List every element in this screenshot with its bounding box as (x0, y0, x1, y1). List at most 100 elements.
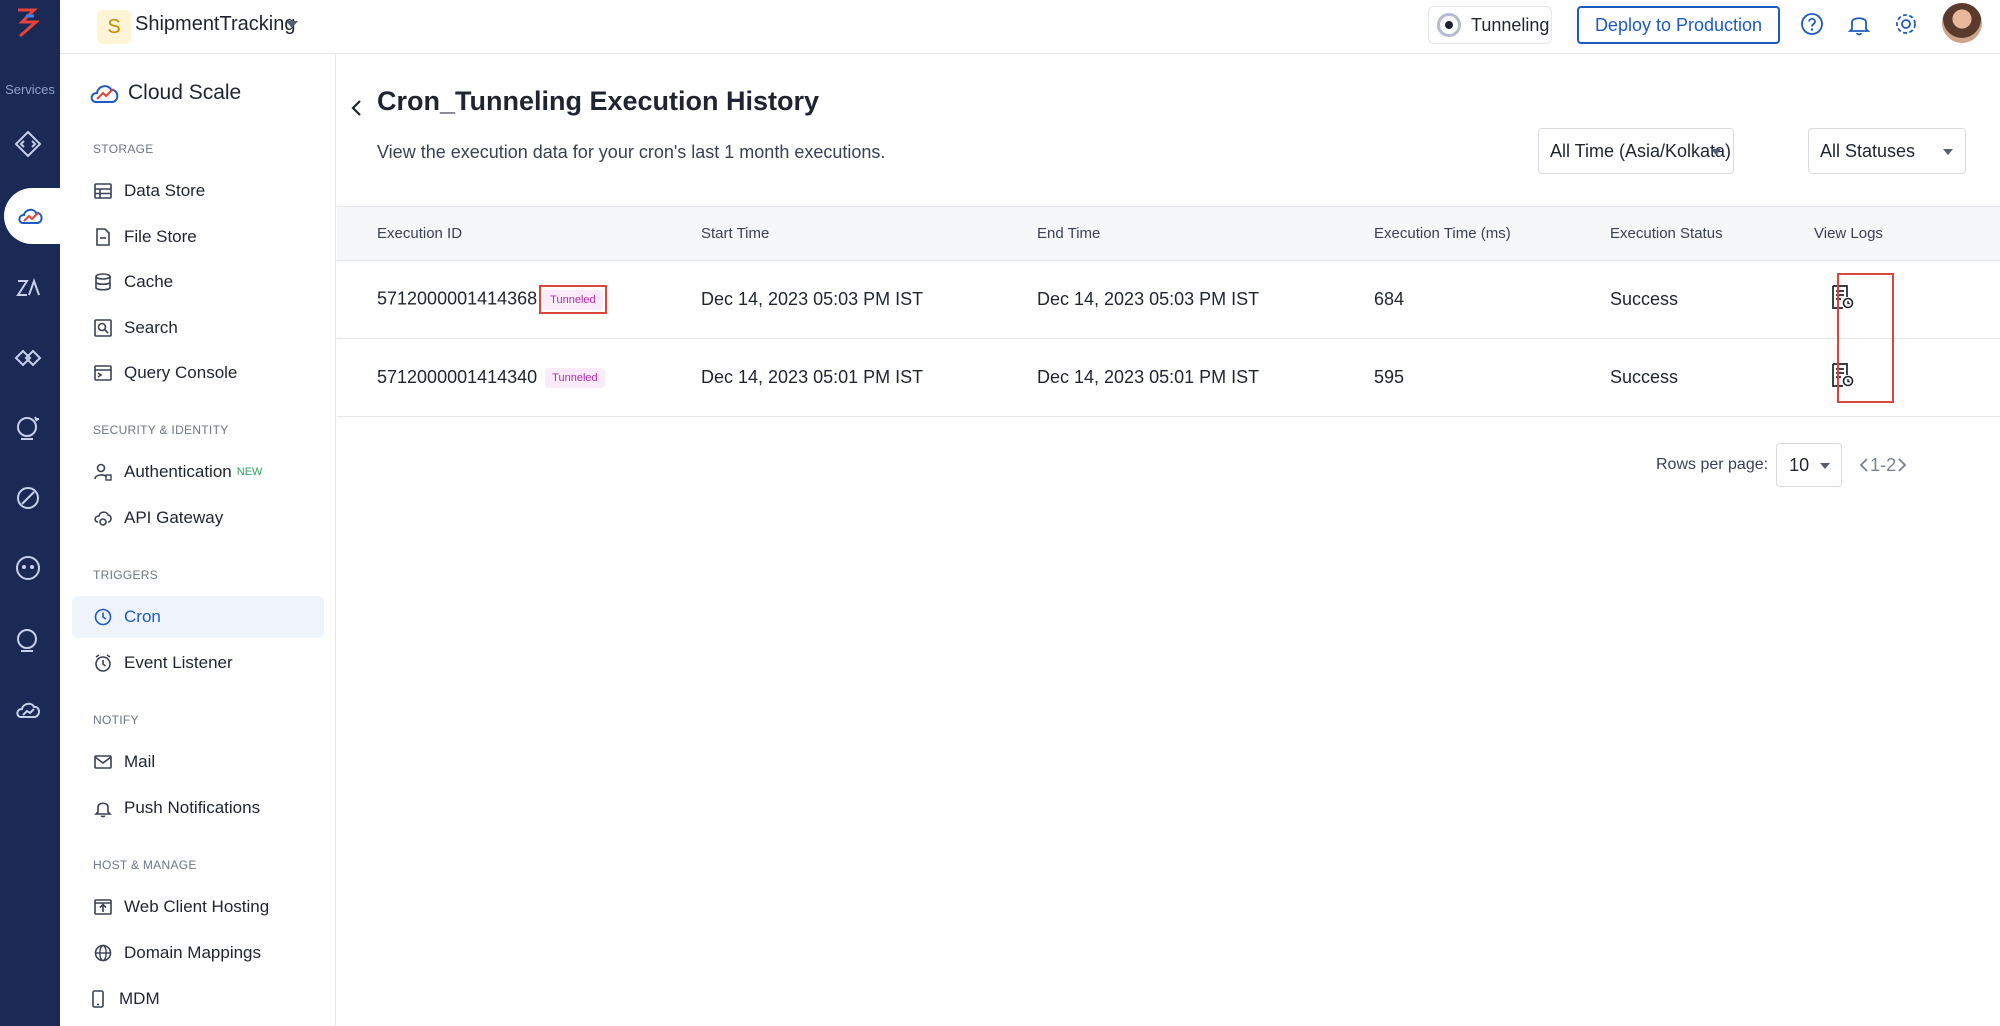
page-subtitle: View the execution data for your cron's … (377, 142, 886, 162)
sidebar-item-mail[interactable]: Mail (72, 741, 324, 783)
quickml-icon[interactable] (10, 480, 46, 516)
catalyst-logo[interactable] (12, 6, 42, 40)
sidebar-item-label: Domain Mappings (124, 943, 262, 962)
sidebar-item-push-notifications[interactable]: Push Notifications (72, 787, 324, 829)
execution-status: Success (1610, 260, 1814, 339)
sidebar-item-api-gateway[interactable]: API Gateway (72, 497, 324, 539)
top-bar: S ShipmentTracking Tunneling Deploy to P… (60, 0, 2000, 54)
sidebar-item-label: Web Client Hosting (124, 897, 270, 916)
timer-icon (95, 654, 111, 672)
column-header-execution-id[interactable]: Execution ID (337, 206, 701, 261)
pagination: Rows per page: 10 1-2 (1656, 443, 1908, 487)
column-header-view-logs: View Logs (1814, 206, 2000, 261)
cloud-scale-rail-item[interactable] (4, 188, 60, 244)
sidebar-item-label: Push Notifications (124, 798, 261, 817)
environment-selector[interactable]: Tunneling (1428, 6, 1552, 44)
integrations-icon[interactable] (10, 340, 46, 376)
table-row[interactable]: 5712000001414368 Tunneled Dec 14, 2023 05… (337, 260, 2000, 339)
execution-history-table: Execution ID Start Time End Time Executi… (337, 206, 2000, 417)
start-time: Dec 14, 2023 05:01 PM IST (701, 338, 1037, 417)
service-rail: Services (0, 0, 60, 1026)
devops-icon[interactable] (10, 622, 46, 658)
section-label-host-manage: HOST & MANAGE (93, 858, 197, 872)
sidebar-item-cache[interactable]: Cache (72, 261, 324, 303)
column-header-execution-status[interactable]: Execution Status (1610, 206, 1814, 261)
new-badge: NEW (236, 466, 263, 478)
mail-icon (94, 755, 112, 769)
sidebar-item-file-store[interactable]: File Store (72, 216, 324, 258)
database-icon (95, 273, 111, 291)
convokraft-icon[interactable] (10, 550, 46, 586)
settings-icon[interactable] (1893, 11, 1919, 37)
view-logs-highlight (1837, 273, 1894, 403)
sidebar-item-domain-mappings[interactable]: Domain Mappings (72, 932, 324, 974)
sidebar-item-web-client-hosting[interactable]: Web Client Hosting (72, 886, 324, 928)
chevron-left-icon[interactable] (1858, 456, 1870, 474)
status-filter[interactable]: All Statuses (1808, 128, 1966, 174)
page-range-label: 1-2 (1870, 454, 1897, 475)
table-header-row: Execution ID Start Time End Time Executi… (337, 206, 2000, 261)
sidebar-header: Cloud Scale (88, 76, 241, 110)
sidebar-item-label: API Gateway (124, 508, 224, 527)
sidebar-item-event-listener[interactable]: Event Listener (72, 642, 324, 684)
sidebar-item-cron[interactable]: Cron (72, 596, 324, 638)
sidebar-title: Cloud Scale (128, 81, 242, 104)
time-range-value: All Time (Asia/Kolkata) (1550, 140, 1732, 161)
zia-icon[interactable] (10, 270, 46, 306)
project-dropdown-icon[interactable] (286, 21, 298, 28)
rows-per-page-label: Rows per page: (1656, 456, 1769, 473)
sidebar-item-label: Authentication (124, 462, 232, 481)
functions-icon[interactable] (10, 126, 46, 162)
sidebar-item-data-store[interactable]: Data Store (72, 170, 324, 212)
sidebar-item-search[interactable]: Search (72, 307, 324, 349)
sidebar-item-label: Event Listener (124, 653, 233, 672)
execution-time: 595 (1374, 338, 1610, 417)
bell-icon (94, 802, 112, 818)
section-label-triggers: TRIGGERS (93, 568, 159, 582)
column-header-start-time[interactable]: Start Time (701, 206, 1037, 261)
sidebar-item-label: File Store (124, 227, 197, 246)
deploy-to-production-button[interactable]: Deploy to Production (1577, 6, 1780, 44)
rows-per-page-value: 10 (1789, 454, 1810, 475)
sidebar-item-authentication[interactable]: Authentication NEW (72, 451, 324, 493)
end-time: Dec 14, 2023 05:01 PM IST (1037, 338, 1374, 417)
chevron-right-icon[interactable] (1896, 456, 1908, 474)
sidebar-item-query-console[interactable]: Query Console (72, 352, 324, 394)
project-avatar[interactable]: S (97, 10, 131, 44)
user-lock-icon (94, 463, 112, 481)
notifications-icon[interactable] (1846, 11, 1872, 37)
execution-id-cell: 5712000001414340 Tunneled (337, 338, 701, 417)
end-time: Dec 14, 2023 05:03 PM IST (1037, 260, 1374, 339)
console-icon (94, 365, 112, 381)
table-icon (94, 183, 112, 199)
help-icon[interactable] (1799, 11, 1825, 37)
chevron-down-icon (1820, 463, 1831, 469)
column-header-execution-time[interactable]: Execution Time (ms) (1374, 206, 1610, 261)
sidebar-item-label: Data Store (124, 181, 206, 200)
back-arrow-icon[interactable] (347, 92, 367, 122)
tunneling-icon (1437, 13, 1461, 37)
project-name[interactable]: ShipmentTracking (135, 13, 295, 36)
page-title: Cron_Tunneling Execution History (377, 86, 820, 116)
column-header-end-time[interactable]: End Time (1037, 206, 1374, 261)
table-row[interactable]: 5712000001414340 Tunneled Dec 14, 2023 05… (337, 338, 2000, 417)
rows-per-page-select[interactable]: 10 (1776, 443, 1843, 487)
file-icon (96, 228, 110, 246)
sidebar-item-label: MDM (119, 989, 160, 1008)
cloud-icon[interactable] (10, 692, 46, 728)
user-avatar[interactable] (1942, 3, 1982, 43)
time-range-filter[interactable]: All Time (Asia/Kolkata) (1538, 128, 1734, 174)
chevron-down-icon (1943, 149, 1953, 155)
tag-highlight: Tunneled (539, 284, 607, 315)
globe-icon (94, 944, 112, 962)
execution-time: 684 (1374, 260, 1610, 339)
upload-icon (94, 899, 112, 915)
cloud-scale-icon (18, 208, 43, 224)
cloud-scale-icon (90, 85, 119, 103)
smartbrowz-icon[interactable] (10, 410, 46, 446)
sidebar-item-mdm[interactable]: MDM (72, 978, 324, 1020)
search-icon (94, 319, 112, 337)
clock-icon (94, 608, 112, 626)
sidebar-item-label: Query Console (124, 363, 238, 382)
execution-status: Success (1610, 338, 1814, 417)
